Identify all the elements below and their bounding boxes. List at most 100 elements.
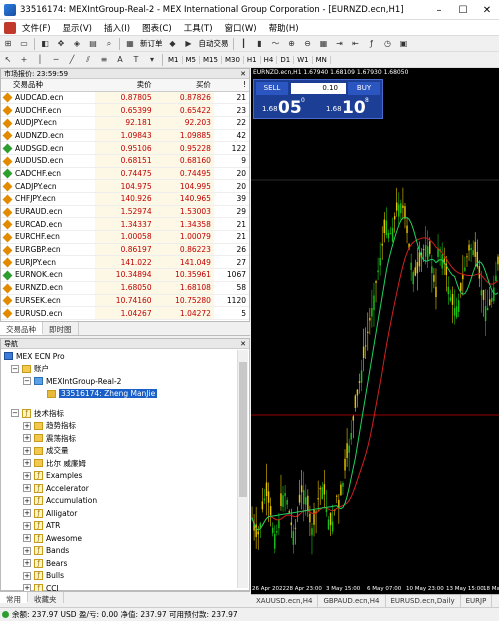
symbol-cell[interactable]: CHFJPY.ecn <box>1 192 96 206</box>
bar-chart-icon[interactable]: ┃ <box>238 38 250 50</box>
tester-icon[interactable]: ⌕ <box>103 38 115 50</box>
table-row[interactable]: AUDCHF.ecn 0.65399 0.65422 23 <box>1 103 249 117</box>
table-row[interactable]: CADCHF.ecn 0.74475 0.74495 20 <box>1 167 249 181</box>
horizontal-line-icon[interactable]: ─ <box>50 54 62 66</box>
timeframe-h4[interactable]: H4 <box>261 55 278 64</box>
tree-indicator-item[interactable]: + ƒ Alligator <box>1 507 237 520</box>
autoscroll-icon[interactable]: ⇥ <box>334 38 346 50</box>
tree-indicator-item[interactable]: + ƒ Examples <box>1 470 237 483</box>
expand-icon[interactable]: + <box>23 521 31 530</box>
expand-icon[interactable]: + <box>23 546 31 555</box>
metaeditor-icon[interactable]: ◆ <box>167 38 179 50</box>
new-order-button[interactable]: 新订单 <box>138 38 165 49</box>
autotrading-icon[interactable]: ▶ <box>183 38 195 50</box>
autotrading-button[interactable]: 自动交易 <box>197 38 231 49</box>
table-row[interactable]: EURNOK.ecn 10.34894 10.35961 1067 <box>1 268 249 282</box>
collapse-icon[interactable]: − <box>23 377 31 386</box>
table-row[interactable]: EURNZD.ecn 1.68050 1.68108 58 <box>1 281 249 295</box>
expand-icon[interactable]: + <box>23 509 31 518</box>
close-icon[interactable]: ✕ <box>240 69 246 79</box>
bid-cell[interactable]: 1.52974 <box>95 205 155 219</box>
navigator-icon[interactable]: ◈ <box>71 38 83 50</box>
symbol-cell[interactable]: EURCHF.ecn <box>1 230 96 244</box>
ask-cell[interactable]: 0.87826 <box>154 91 214 105</box>
ask-cell[interactable]: 140.965 <box>154 192 214 206</box>
timeframe-d1[interactable]: D1 <box>277 55 295 64</box>
bid-cell[interactable]: 92.181 <box>95 116 155 130</box>
collapse-icon[interactable]: − <box>11 409 19 418</box>
tab-symbols[interactable]: 交易品种 <box>0 322 43 335</box>
text-icon[interactable]: A <box>114 54 126 66</box>
table-row[interactable]: EURUSD.ecn 1.04267 1.04272 5 <box>1 306 249 320</box>
symbol-cell[interactable]: AUDCAD.ecn <box>1 91 96 105</box>
ask-cell[interactable]: 1.04272 <box>154 306 214 320</box>
bid-cell[interactable]: 1.00058 <box>95 230 155 244</box>
tree-indicator-item[interactable]: + ƒ Accelerator <box>1 482 237 495</box>
expand-icon[interactable]: + <box>23 459 31 468</box>
sell-price[interactable]: 1.68 05 0 <box>257 97 317 118</box>
menu-view[interactable]: 显示(V) <box>57 22 98 34</box>
expand-icon[interactable]: + <box>23 421 31 430</box>
symbol-cell[interactable]: EURSEK.ecn <box>1 294 96 308</box>
bid-cell[interactable]: 104.975 <box>95 179 155 193</box>
chart-shift-icon[interactable]: ⇤ <box>350 38 362 50</box>
table-row[interactable]: AUDJPY.ecn 92.181 92.203 22 <box>1 116 249 130</box>
expand-icon[interactable]: + <box>23 446 31 455</box>
bid-cell[interactable]: 10.74160 <box>95 294 155 308</box>
ask-cell[interactable]: 0.74495 <box>154 167 214 181</box>
bid-cell[interactable]: 0.74475 <box>95 167 155 181</box>
terminal-icon[interactable]: ▤ <box>87 38 99 50</box>
ask-cell[interactable]: 0.68160 <box>154 154 214 168</box>
ask-cell[interactable]: 0.65422 <box>154 103 214 117</box>
market-watch-icon[interactable]: ◧ <box>39 38 51 50</box>
table-row[interactable]: AUDUSD.ecn 0.68151 0.68160 9 <box>1 154 249 168</box>
buy-price[interactable]: 1.68 10 8 <box>321 97 381 118</box>
symbol-cell[interactable]: EURAUD.ecn <box>1 205 96 219</box>
ask-cell[interactable]: 10.35961 <box>154 268 214 282</box>
menu-insert[interactable]: 插入(I) <box>98 22 136 34</box>
tree-indicators[interactable]: − ƒ 技术指标 <box>1 407 237 420</box>
close-icon[interactable]: ✕ <box>240 339 246 349</box>
tree-indicator-item[interactable]: + ƒ Accumulation <box>1 495 237 508</box>
fibonacci-icon[interactable]: ≡ <box>98 54 110 66</box>
zoom-out-icon[interactable]: ⊖ <box>302 38 314 50</box>
ask-cell[interactable]: 1.34358 <box>154 217 214 232</box>
ask-cell[interactable]: 92.203 <box>154 116 214 130</box>
ask-cell[interactable]: 0.95228 <box>154 141 214 155</box>
tree-server[interactable]: − MEXIntGroup-Real-2 <box>1 375 237 388</box>
ask-cell[interactable]: 10.75280 <box>154 294 214 308</box>
table-row[interactable]: AUDCAD.ecn 0.87805 0.87826 21 <box>1 91 249 105</box>
symbol-cell[interactable]: EURCAD.ecn <box>1 217 96 232</box>
menu-charts[interactable]: 图表(C) <box>136 22 178 34</box>
timeframe-m1[interactable]: M1 <box>165 55 183 64</box>
table-row[interactable]: EURJPY.ecn 141.022 141.049 27 <box>1 255 249 270</box>
tile-icon[interactable]: ▦ <box>318 38 330 50</box>
menu-tools[interactable]: 工具(T) <box>178 22 219 34</box>
ask-cell[interactable]: 104.995 <box>154 179 214 193</box>
ask-cell[interactable]: 0.86223 <box>154 243 214 257</box>
trendline-icon[interactable]: ╱ <box>66 54 78 66</box>
collapse-icon[interactable]: − <box>11 364 19 373</box>
navigator-scrollbar[interactable] <box>237 350 248 588</box>
table-row[interactable]: CHFJPY.ecn 140.926 140.965 39 <box>1 192 249 206</box>
arrows-icon[interactable]: ▾ <box>146 54 158 66</box>
bid-cell[interactable]: 1.09843 <box>95 129 155 143</box>
expand-icon[interactable]: + <box>23 484 31 493</box>
tree-indicator-item[interactable]: + ƒ Bands <box>1 545 237 558</box>
tab-common[interactable]: 常用 <box>0 592 28 604</box>
expand-icon[interactable]: + <box>23 534 31 543</box>
selected-account[interactable]: 33516174: Zheng ManJie <box>59 389 158 399</box>
table-row[interactable]: EURCAD.ecn 1.34337 1.34358 21 <box>1 217 249 232</box>
symbol-cell[interactable]: AUDUSD.ecn <box>1 154 96 168</box>
ask-cell[interactable]: 141.049 <box>154 255 214 270</box>
chart-tab-eurusd[interactable]: EURUSD.ecn,Daily <box>386 595 461 607</box>
col-spread[interactable]: ! <box>213 79 249 92</box>
expand-icon[interactable]: + <box>23 471 31 480</box>
tree-indicator-group[interactable]: + 比尔 威廉姆 <box>1 457 237 470</box>
profiles-icon[interactable]: ▭ <box>18 38 30 50</box>
label-icon[interactable]: T <box>130 54 142 66</box>
tab-tick-chart[interactable]: 即时图 <box>43 322 79 335</box>
bid-cell[interactable]: 0.87805 <box>95 91 155 105</box>
expand-icon[interactable]: + <box>23 571 31 580</box>
menu-file[interactable]: 文件(F) <box>16 22 57 34</box>
